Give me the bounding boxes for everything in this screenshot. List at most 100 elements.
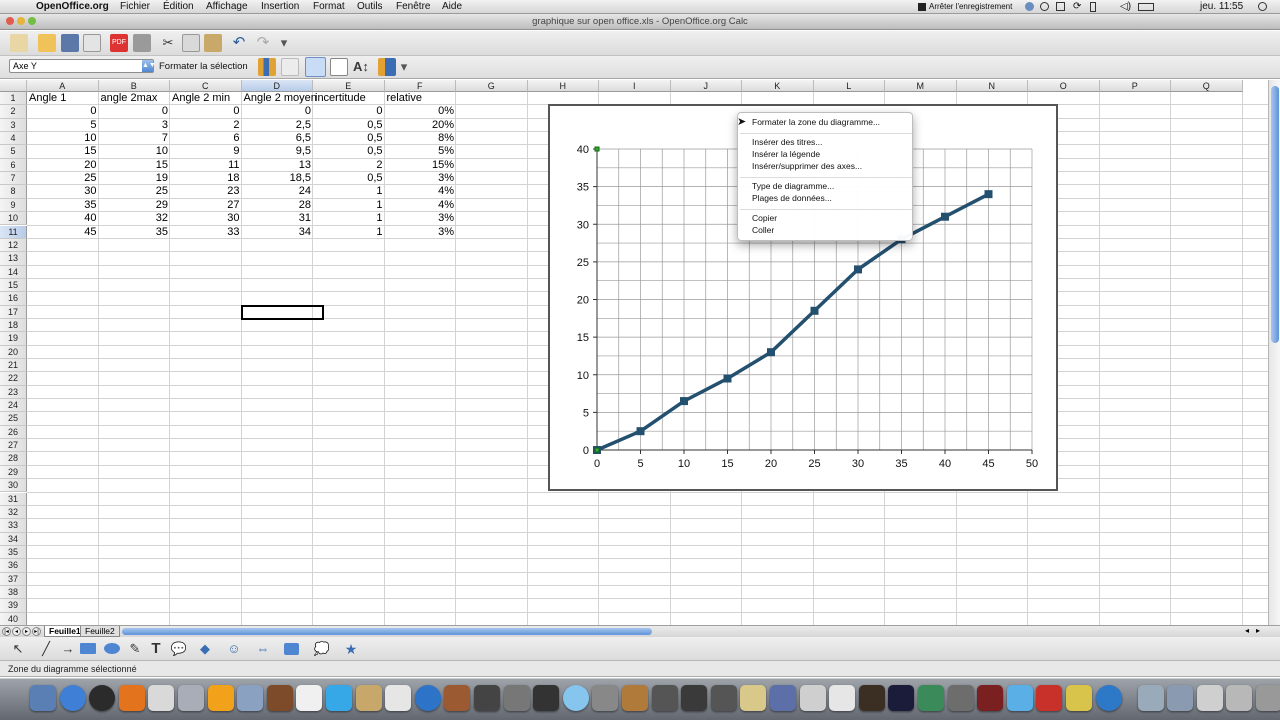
undo-icon[interactable]: ↶ [230,34,248,52]
column-header-e[interactable]: E [313,80,385,92]
figure-icon[interactable] [710,685,737,711]
row-header-18[interactable]: 18 [0,318,27,333]
magnifier-icon[interactable] [1095,685,1122,711]
guitar-icon[interactable] [622,685,648,711]
safari-icon[interactable] [59,685,86,711]
email-icon[interactable] [83,34,101,52]
cell[interactable]: 2,5 [242,119,314,132]
menu-item-copy[interactable]: Copier [752,213,777,223]
toolbar-more-icon[interactable]: ▾ [280,34,288,52]
volume-icon[interactable]: ◁) [1120,1,1131,12]
spotlight-icon[interactable] [1258,2,1267,11]
column-header-p[interactable]: P [1099,80,1171,92]
dvd-icon[interactable] [681,685,708,711]
cell[interactable]: 0 [99,105,171,118]
cell[interactable]: 20 [27,159,99,172]
charts-icon[interactable] [296,685,323,711]
row-header-29[interactable]: 29 [0,465,27,480]
column-header-q[interactable]: Q [1171,80,1243,92]
row-header-3[interactable]: 3 [0,118,27,133]
sync-icon[interactable] [1025,2,1034,11]
cell[interactable]: 5% [385,145,457,158]
cell[interactable]: 35 [99,226,171,239]
font-icon[interactable] [770,685,796,711]
next-sheet-icon[interactable]: ▸ [22,627,31,636]
column-header-n[interactable]: N [956,80,1028,92]
row-header-39[interactable]: 39 [0,599,27,613]
menu-app[interactable]: OpenOffice.org [36,1,109,12]
film-icon[interactable] [503,685,530,711]
cell[interactable]: 15% [385,159,457,172]
cell[interactable]: 30 [27,185,99,198]
cell[interactable]: 1 [313,212,385,225]
copy-icon[interactable] [182,34,200,52]
cell[interactable]: 3% [385,212,457,225]
row-header-25[interactable]: 25 [0,412,27,426]
block-arrows-icon[interactable]: ⇔ [254,640,272,658]
map-icon[interactable] [740,685,767,711]
row-header-13[interactable]: 13 [0,252,27,266]
redo-icon[interactable]: ↷ [254,34,272,52]
cell[interactable]: 0 [27,105,99,118]
cell[interactable]: 20% [385,119,457,132]
menu-item-insert-titles[interactable]: Insérer des titres... [752,137,822,147]
row-header-30[interactable]: 30 [0,479,27,493]
wood-icon[interactable] [355,685,382,711]
cell[interactable]: 24 [242,185,314,198]
cell[interactable]: 9 [170,145,242,158]
scroll-right-icon[interactable]: ▸ [1256,626,1260,635]
cell[interactable]: 25 [99,185,171,198]
column-header-m[interactable]: M [885,80,957,92]
sync-arrows-icon[interactable]: ⟳ [1073,1,1081,12]
vertical-scrollbar[interactable] [1268,80,1280,625]
column-header-f[interactable]: F [384,80,456,92]
cell[interactable]: 3% [385,226,457,239]
cell[interactable]: 6,5 [242,132,314,145]
clapper-icon[interactable] [651,685,678,711]
row-header-37[interactable]: 37 [0,572,27,586]
row-header-32[interactable]: 32 [0,505,27,520]
paste-icon[interactable] [204,34,222,52]
clock-icon[interactable] [89,685,116,711]
callout-tool-icon[interactable]: 💬 [170,640,188,658]
print-icon[interactable] [133,34,151,52]
row-header-17[interactable]: 17 [0,305,27,319]
documents-icon[interactable] [1196,685,1223,711]
cell[interactable]: 0,5 [313,172,385,185]
cell[interactable]: 7 [99,132,171,145]
data-table-icon[interactable] [281,58,299,76]
cell[interactable]: 0,5 [313,145,385,158]
cell[interactable]: 0,5 [313,132,385,145]
row-header-5[interactable]: 5 [0,145,27,159]
text-tool-icon[interactable]: T [147,640,165,658]
cell[interactable]: 4% [385,199,457,212]
cell[interactable]: Angle 2 moyen [242,92,317,105]
column-header-i[interactable]: I [599,80,671,92]
cell[interactable]: 35 [27,199,99,212]
prev-sheet-icon[interactable]: ◂ [12,627,21,636]
globe-icon[interactable] [562,685,589,711]
cell[interactable]: 1 [313,199,385,212]
itunes-icon[interactable] [414,685,441,711]
cell[interactable]: 34 [242,226,314,239]
row-header-11[interactable]: 11 [0,225,27,239]
menu-item-data-ranges[interactable]: Plages de données... [752,193,832,203]
line-tool-icon[interactable]: ╱ [37,640,55,658]
stars-icon[interactable]: ★ [342,640,360,658]
cell[interactable]: 32 [99,212,171,225]
select-all-corner[interactable] [0,80,27,92]
night-icon[interactable] [888,685,915,711]
export-pdf-icon[interactable]: PDF [110,34,128,52]
toolbar2-more-icon[interactable]: ▾ [400,58,408,76]
cell[interactable]: 45 [27,226,99,239]
row-header-9[interactable]: 9 [0,198,27,213]
symbol-shapes-icon[interactable]: ☺ [225,640,243,658]
column-header-b[interactable]: B [98,80,170,92]
menu-affichage[interactable]: Affichage [206,1,248,12]
checklist-icon[interactable] [799,685,826,711]
automatic-layout-icon[interactable] [378,58,396,76]
row-header-34[interactable]: 34 [0,532,27,546]
cell[interactable]: 40 [27,212,99,225]
spinner-icon[interactable] [918,685,944,711]
cut-icon[interactable]: ✂ [159,34,177,52]
